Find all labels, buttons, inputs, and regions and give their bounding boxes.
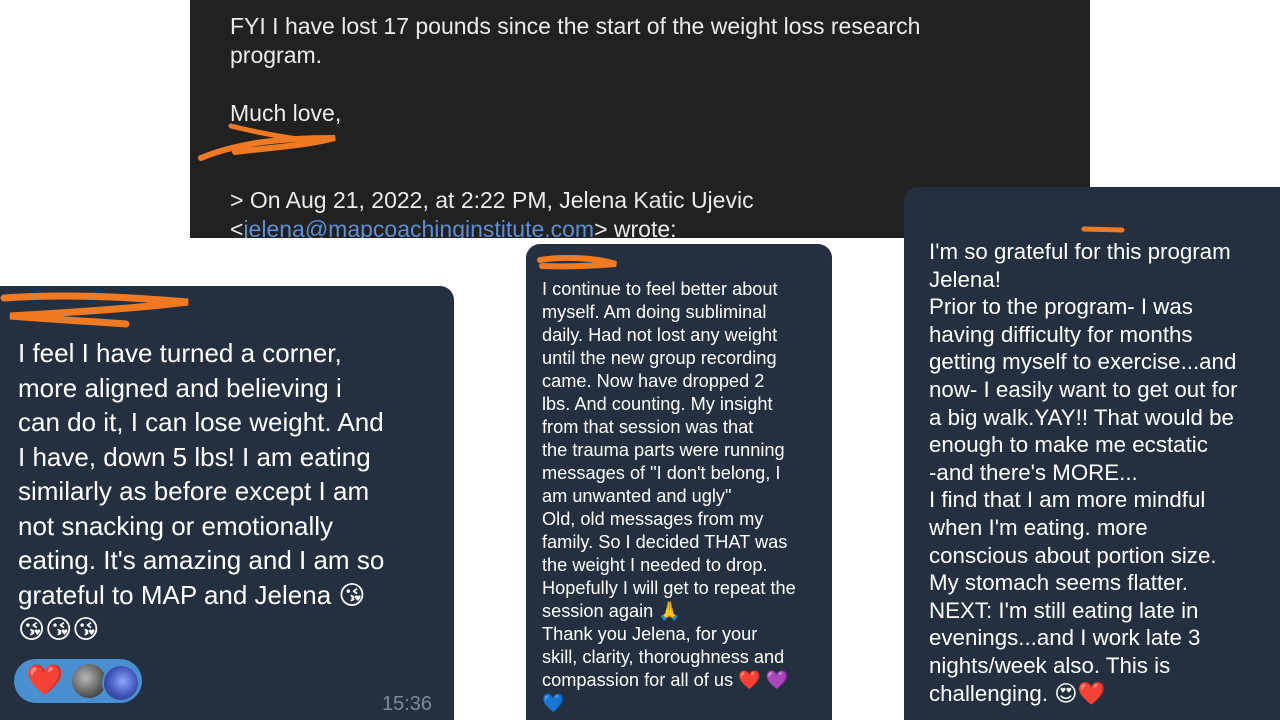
message-bubble-middle: I continue to feel better about myself. …: [526, 244, 832, 720]
email-quote-wrote: > wrote:: [594, 216, 677, 238]
email-signoff: Much love,: [230, 100, 342, 126]
message-text-left: I feel I have turned a corner, more alig…: [18, 338, 385, 644]
email-quote-lt: <: [230, 216, 244, 238]
message-text-right: I'm so grateful for this program Jelena!…: [929, 239, 1238, 706]
message-bubble-left: I feel I have turned a corner, more alig…: [0, 286, 454, 720]
message-timestamp: 15:36: [381, 693, 432, 715]
reaction-avatar-icon: [102, 664, 140, 702]
email-address-link[interactable]: jelena@mapcoachinginstitute.com: [243, 216, 594, 238]
reaction-chip[interactable]: ❤️: [14, 659, 142, 703]
email-line-2: program.: [230, 42, 323, 68]
message-bubble-right: I'm so grateful for this program Jelena!…: [904, 187, 1280, 720]
email-line-1: FYI I have lost 17 pounds since the star…: [230, 13, 921, 39]
reaction-avatar-icon: [72, 664, 106, 698]
message-text-middle: I continue to feel better about myself. …: [542, 279, 796, 713]
heart-reaction-icon: ❤️: [26, 664, 64, 697]
